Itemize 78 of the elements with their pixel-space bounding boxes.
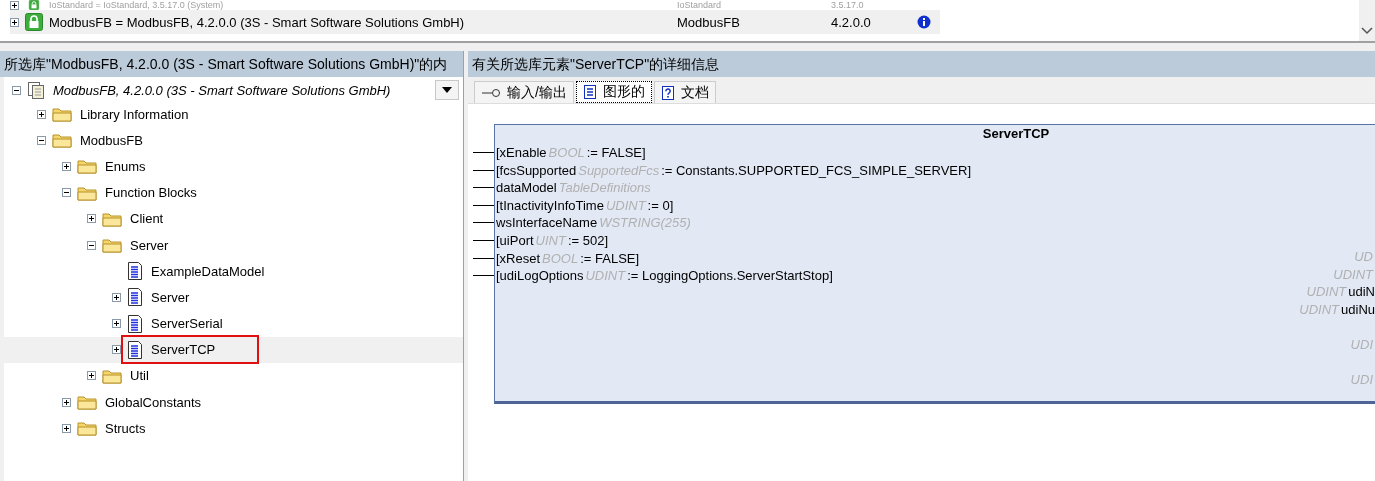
collapse-icon[interactable] [37,135,46,145]
document-icon [127,287,143,308]
expand-icon[interactable] [112,345,121,355]
tree-item[interactable]: Client [128,208,166,230]
folder-icon [102,367,122,384]
library-icon [27,81,45,99]
library-version: 4.2.0.0 [831,14,872,30]
library-version: 3.5.17.0 [831,0,865,10]
block-title: ServerTCP [981,125,1051,143]
document-icon [127,339,143,360]
dropdown-button[interactable] [435,80,459,100]
scrollbar[interactable] [1359,0,1375,41]
input-pin: dataModel TableDefinitions [495,179,652,197]
collapse-icon[interactable] [87,240,96,250]
tree-item[interactable]: Server [149,286,192,308]
key-icon [481,87,501,98]
expand-icon[interactable] [10,0,19,10]
chevron-down-icon[interactable] [1361,27,1373,35]
folder-icon [102,237,122,254]
document-icon [127,261,143,282]
tab[interactable]: 文档 [653,81,716,103]
panel-header: 有关所选库元素"ServerTCP"的详细信息 [468,51,1375,77]
library-name: ModbusFB = ModbusFB, 4.2.0.0 (3S - Smart Software Solutions GmbH) [49,14,466,30]
tree-item[interactable]: ServerSerial [149,313,225,335]
library-namespace: IoStandard [677,0,723,10]
output-pin: UDI [1349,371,1374,389]
folder-icon [102,210,122,227]
output-pin: UDINTudiNu [1298,300,1375,319]
input-pin: [fcsSupported SupportedFcs:= Constants.SUPPORTED_FCS_SIMPLE_SERVER] [495,161,972,180]
library-name: IoStandard = IoStandard, 3.5.17.0 (System) [49,0,225,10]
expand-icon[interactable] [112,319,121,329]
folder-icon [52,132,72,149]
folder-icon [77,158,97,175]
expand-icon[interactable] [62,423,71,433]
lock-icon [25,13,43,31]
help-icon [660,84,675,101]
tab[interactable]: 输入/输出 [474,81,574,103]
tree-item[interactable]: ExampleDataModel [149,260,267,282]
output-pin: UDINT [1332,265,1375,284]
folder-icon [52,106,72,123]
tree-item[interactable]: Enums [103,155,148,177]
output-pin: UD [1353,248,1374,266]
folder-icon [77,420,97,437]
input-pin: wsInterfaceName WSTRING(255) [495,214,692,232]
library-namespace: ModbusFB [677,14,741,30]
library-row[interactable]: ModbusFB = ModbusFB, 4.2.0.0 (3S - Smart Software Solutions GmbH) ModbusFB 4.2.0.0 [10,10,940,34]
folder-icon [77,394,97,411]
input-pin: [uiPortUINT:= 502] [495,231,610,250]
expand-icon[interactable] [10,17,19,27]
collapse-icon[interactable] [62,188,71,198]
collapse-icon[interactable] [12,85,21,95]
tree-item[interactable]: GlobalConstants [103,391,204,413]
expand-icon[interactable] [62,161,71,171]
expand-icon[interactable] [37,109,46,119]
folder-icon [77,184,97,201]
tree-item[interactable]: Util [128,365,151,387]
info-icon[interactable] [917,15,931,29]
expand-icon[interactable] [87,371,96,381]
caret-icon [442,87,452,93]
document-icon [127,313,143,334]
input-pin: [xResetBOOL:= FALSE] [495,249,641,268]
input-pin: [xEnable BOOL:= FALSE] [495,144,647,162]
input-pin: [udiLogOptions UDINT:= LoggingOptions.ServerStartStop] [495,267,834,285]
output-pin: UDINTudiN [1305,283,1375,301]
panel-header: 所选库"ModbusFB, 4.2.0.0 (3S - Smart Software Solutions GmbH)"的内 [0,51,463,77]
tree-item[interactable]: Library Information [78,103,191,125]
document-icon [582,84,597,100]
expand-icon[interactable] [87,214,96,224]
expand-icon[interactable] [112,292,121,302]
tree-item[interactable]: ModbusFB [78,129,145,151]
tree-item[interactable]: Server [128,234,171,256]
output-pin: UDI [1349,335,1374,354]
input-pin: [tInactivityInfoTime UDINT:= 0] [495,196,675,215]
tab[interactable]: 图形的 [575,81,652,103]
expand-icon[interactable] [62,397,71,407]
tree-item[interactable]: ModbusFB, 4.2.0.0 (3S - Smart Software Solutions GmbH) [51,79,393,101]
tree-item[interactable]: Structs [103,417,148,439]
tree-item[interactable]: Function Blocks [103,182,199,204]
